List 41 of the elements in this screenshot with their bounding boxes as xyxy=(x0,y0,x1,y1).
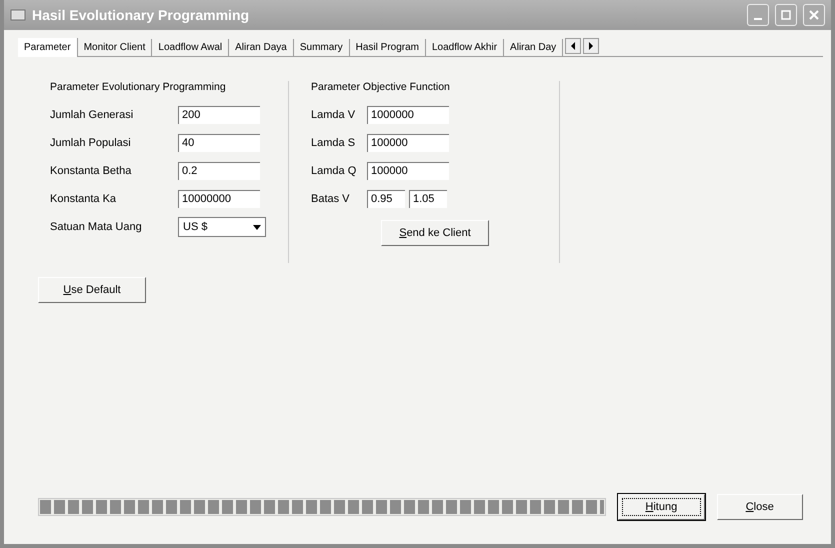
tab[interactable]: Hasil Program xyxy=(350,39,426,56)
group-title: Parameter Evolutionary Programming xyxy=(50,81,227,93)
tab[interactable]: Parameter xyxy=(18,38,78,57)
input-field[interactable]: 200 xyxy=(178,106,260,124)
default-button[interactable]: Use Default xyxy=(38,277,146,303)
send-button[interactable]: Send ke Client xyxy=(381,220,489,246)
field-label: Lamda S xyxy=(311,137,356,149)
input-field[interactable]: 0.95 xyxy=(367,190,405,208)
right-triangle-icon xyxy=(588,42,594,50)
minimize-button[interactable] xyxy=(747,4,769,26)
field-label: Jumlah Generasi xyxy=(50,109,134,121)
input-field[interactable]: 40 xyxy=(178,134,260,152)
action-button[interactable]: Hitung xyxy=(618,494,705,520)
close-button[interactable] xyxy=(803,4,825,26)
input-field[interactable]: 0.2 xyxy=(178,162,260,180)
field-label: Lamda Q xyxy=(311,165,358,177)
input-field[interactable]: 100000 xyxy=(367,162,449,180)
group-title: Parameter Objective Function xyxy=(311,81,451,93)
field-label: Konstanta Ka xyxy=(50,193,118,205)
field-label: Batas V xyxy=(311,193,351,205)
field-label: Lamda V xyxy=(311,109,356,121)
input-field[interactable]: 10000000 xyxy=(178,190,260,208)
window-title: Hasil Evolutionary Programming xyxy=(32,7,250,23)
scroll-right-button[interactable] xyxy=(583,38,600,54)
maximize-button[interactable] xyxy=(775,4,797,26)
field-label: Satuan Mata Uang xyxy=(50,221,143,233)
input-field[interactable]: 1000000 xyxy=(367,106,449,124)
close-icon xyxy=(809,10,819,20)
action-button[interactable]: Close xyxy=(716,494,803,520)
dropdown-caret-icon xyxy=(253,224,261,230)
minimize-icon xyxy=(754,18,762,20)
currency-dropdown[interactable]: US $ xyxy=(178,217,266,237)
maximize-icon xyxy=(781,10,791,20)
scroll-left-button[interactable] xyxy=(565,38,582,54)
input-field[interactable]: 1.05 xyxy=(409,190,447,208)
input-field[interactable]: 100000 xyxy=(367,134,449,152)
field-label: Konstanta Betha xyxy=(50,165,132,177)
app-icon xyxy=(10,7,26,23)
field-label: Jumlah Populasi xyxy=(50,137,132,149)
left-triangle-icon xyxy=(570,42,576,50)
tab[interactable]: Monitor Client xyxy=(78,39,152,56)
